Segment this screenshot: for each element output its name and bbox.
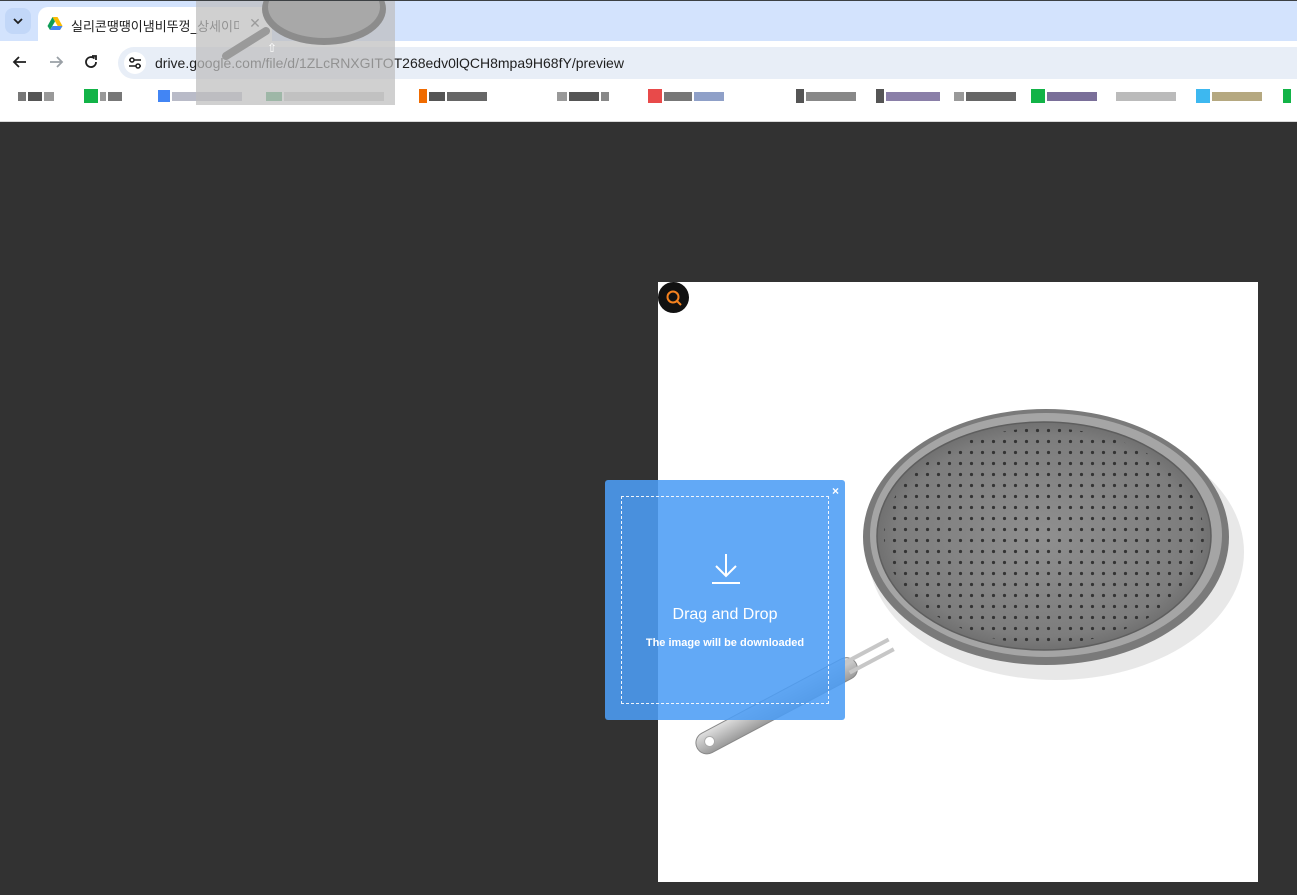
drag-cursor-icon: ⇧ xyxy=(267,41,278,55)
bookmark-item[interactable] xyxy=(1283,88,1291,104)
arrow-right-icon xyxy=(50,56,64,68)
bookmark-item[interactable] xyxy=(84,88,122,104)
tab-strip: 실리콘땡땡이냄비뚜껑_상세이미 ✕ + xyxy=(0,0,1297,42)
search-icon xyxy=(666,290,682,306)
bookmark-item[interactable] xyxy=(18,88,54,104)
bookmark-item[interactable] xyxy=(1116,88,1176,104)
bookmark-item[interactable] xyxy=(876,88,940,104)
browser-toolbar: drive.google.com/file/d/1ZLcRNXGITOT268e… xyxy=(0,41,1297,81)
tab-search-button[interactable] xyxy=(5,8,31,34)
close-icon[interactable]: × xyxy=(832,484,839,498)
tune-icon xyxy=(129,57,141,69)
drag-drop-subtitle: The image will be downloaded xyxy=(645,637,805,649)
back-button[interactable] xyxy=(9,51,31,73)
bookmark-item[interactable] xyxy=(954,88,1016,104)
site-info-button[interactable] xyxy=(124,52,146,74)
bookmark-item[interactable] xyxy=(648,88,724,104)
reload-button[interactable] xyxy=(80,51,102,73)
chevron-down-icon xyxy=(13,18,23,25)
arrow-left-icon xyxy=(12,56,26,68)
google-drive-icon xyxy=(47,17,63,30)
drop-zone[interactable]: Drag and Drop The image will be download… xyxy=(621,496,829,704)
bookmark-item[interactable] xyxy=(1031,88,1097,104)
drag-drop-title: Drag and Drop xyxy=(672,606,778,623)
bookmarks-bar xyxy=(0,81,1297,122)
reload-icon xyxy=(85,55,97,68)
image-search-button[interactable] xyxy=(658,282,689,313)
download-icon xyxy=(712,554,740,584)
bookmark-item[interactable] xyxy=(419,88,487,104)
forward-button[interactable] xyxy=(45,51,67,73)
drag-ghost-image: ⇧ xyxy=(196,1,395,105)
bookmark-item[interactable] xyxy=(557,88,609,104)
bookmark-item[interactable] xyxy=(796,88,856,104)
drag-drop-panel[interactable]: × Drag and Drop The image will be downlo… xyxy=(605,480,845,720)
bookmark-item[interactable] xyxy=(1196,88,1262,104)
